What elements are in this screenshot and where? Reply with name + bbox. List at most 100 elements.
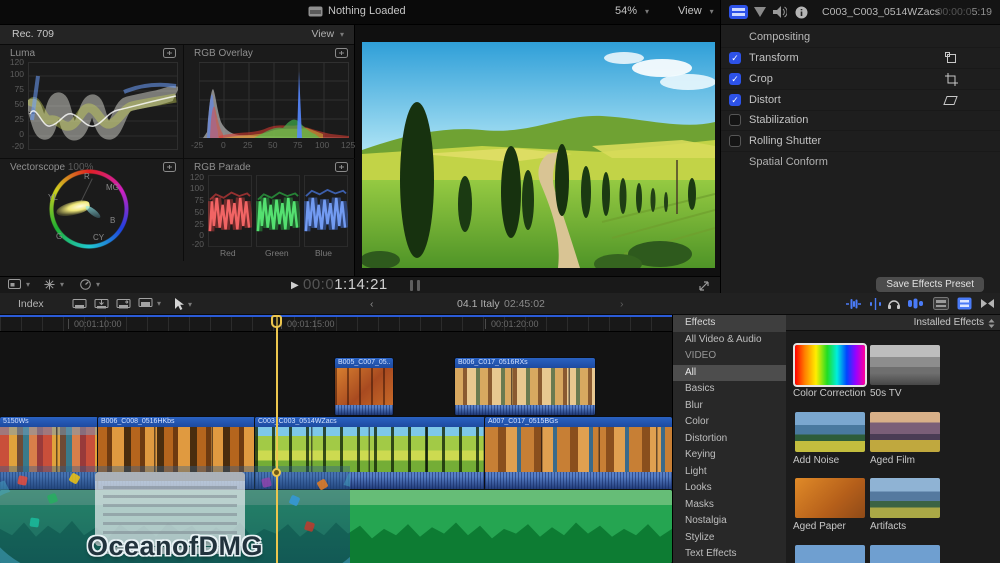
playhead[interactable]: [276, 315, 278, 563]
playhead-dot: [272, 468, 281, 477]
effects-browser-toggle-icon[interactable]: [957, 297, 972, 310]
stabilization-checkbox[interactable]: [729, 114, 741, 126]
category-text-effects[interactable]: Text Effects: [673, 546, 786, 563]
skimming-icon[interactable]: [869, 298, 882, 310]
category-effects[interactable]: Effects: [673, 315, 786, 332]
transitions-browser-icon[interactable]: [980, 298, 995, 309]
category-all-video-audio[interactable]: All Video & Audio: [673, 332, 786, 349]
rgb-overlay-title: RGB Overlay: [194, 48, 253, 59]
audio-inspector-tab-icon[interactable]: [773, 6, 787, 18]
crop-icon[interactable]: [945, 73, 958, 86]
display-icon[interactable]: [163, 48, 176, 58]
compositing-section-row[interactable]: Compositing: [721, 27, 1000, 48]
clip-name: A007_C017_0515BGs: [485, 417, 672, 427]
effect-name: Add Noise: [793, 455, 840, 466]
clip-appearance-icon[interactable]: [933, 297, 949, 310]
play-button[interactable]: ▶: [291, 280, 299, 291]
viewer-view-menu[interactable]: View ▾: [678, 5, 714, 17]
scopes-view-menu[interactable]: View ▾: [311, 28, 344, 40]
insert-clip-icon[interactable]: [94, 298, 110, 310]
audio-skimming-icon[interactable]: [887, 297, 901, 310]
effect-add-noise[interactable]: [795, 412, 865, 452]
connect-clip-icon[interactable]: [72, 298, 88, 310]
category-video-section[interactable]: VIDEO: [673, 348, 786, 365]
distort-checkbox[interactable]: ✓: [729, 94, 741, 106]
oceanofdmg-watermark: OceanofDMG: [0, 466, 350, 563]
category-all[interactable]: All: [673, 364, 786, 382]
distort-effect-row[interactable]: ✓ Distort: [721, 90, 1000, 111]
rgb-parade-scope: RGB Parade 120 100 75 50 25 0 -20 Red Gr…: [184, 159, 355, 261]
info-inspector-tab-icon[interactable]: [795, 6, 808, 19]
vs-target-mg: MG: [106, 183, 119, 192]
category-basics[interactable]: Basics: [673, 381, 786, 398]
primary-clip[interactable]: A007_C017_0515BGs: [485, 417, 672, 490]
viewer-zoom-menu[interactable]: 54% ▾: [615, 5, 649, 17]
transform-icon[interactable]: [945, 52, 958, 65]
effect-aged-film[interactable]: [870, 412, 940, 452]
project-title[interactable]: 04.1 Italy: [457, 298, 500, 310]
append-clip-icon[interactable]: [116, 298, 132, 310]
scope-brightness-menu[interactable]: ▾: [80, 279, 100, 290]
distort-icon[interactable]: [943, 94, 958, 107]
stabilization-effect-row[interactable]: Stabilization: [721, 110, 1000, 131]
connected-clip[interactable]: B006_C017_0516RXs: [455, 358, 595, 415]
effect-aged-paper[interactable]: [795, 478, 865, 518]
effect-color-correction[interactable]: [793, 343, 867, 387]
inspector-clip-duration: 00:00:05:19: [936, 6, 992, 18]
crop-checkbox[interactable]: ✓: [729, 73, 741, 85]
rolling-shutter-effect-row[interactable]: Rolling Shutter: [721, 131, 1000, 152]
luma-tick: 50: [14, 99, 24, 109]
category-color[interactable]: Color: [673, 414, 786, 431]
stepper-icon[interactable]: [988, 319, 995, 328]
ruler-tick-label: 00:01:10:00: [68, 319, 122, 329]
connected-clip[interactable]: B005_C007_05..: [335, 358, 393, 415]
video-inspector-tab-icon[interactable]: [729, 5, 748, 19]
installed-effects-menu[interactable]: Installed Effects: [914, 317, 984, 328]
effect-50s-tv[interactable]: [870, 345, 940, 385]
playhead-handle[interactable]: [271, 315, 282, 328]
category-masks[interactable]: Masks: [673, 497, 786, 514]
next-project-button[interactable]: ›: [620, 298, 624, 310]
audio-meter-bar[interactable]: [410, 280, 413, 291]
effect-artifacts[interactable]: [870, 478, 940, 518]
category-looks[interactable]: Looks: [673, 480, 786, 497]
luma-tick: -20: [11, 141, 24, 151]
inspector-header: C003_C003_0514WZacs 00:00:05:19: [721, 0, 1000, 25]
category-blur[interactable]: Blur: [673, 398, 786, 415]
rolling-shutter-checkbox[interactable]: [729, 135, 741, 147]
category-stylize[interactable]: Stylize: [673, 530, 786, 547]
scope-display-menu[interactable]: ▾: [8, 279, 30, 289]
fullscreen-icon[interactable]: [698, 280, 710, 292]
index-button[interactable]: Index: [18, 298, 44, 310]
solo-icon[interactable]: [907, 298, 924, 309]
overwrite-clip-menu[interactable]: ▾: [138, 297, 161, 309]
effect-tile-partial[interactable]: [870, 545, 940, 563]
luma-tick: 0: [19, 129, 24, 139]
video-preview[interactable]: [362, 42, 715, 268]
display-icon[interactable]: [335, 162, 348, 172]
timeline-ruler[interactable]: 00:01:10:00 00:01:15:00 00:01:20:00: [0, 315, 672, 332]
save-effects-preset-button[interactable]: Save Effects Preset: [876, 277, 984, 292]
parade-tick: 25: [194, 219, 204, 229]
transform-effect-row[interactable]: ✓ Transform: [721, 48, 1000, 69]
effect-tile-partial[interactable]: [795, 545, 865, 563]
category-distortion[interactable]: Distortion: [673, 431, 786, 448]
trim-audio-icon[interactable]: [845, 298, 862, 310]
clip-name: B006_C017_0516RXs: [455, 358, 595, 368]
spatial-conform-section-row[interactable]: Spatial Conform: [721, 152, 1000, 173]
audio-meter-bar[interactable]: [417, 280, 420, 291]
category-light[interactable]: Light: [673, 464, 786, 481]
tool-menu[interactable]: ▾: [172, 297, 192, 311]
transform-checkbox[interactable]: ✓: [729, 52, 741, 64]
prev-project-button[interactable]: ‹: [370, 298, 374, 310]
display-icon[interactable]: [163, 162, 176, 172]
scope-options-menu[interactable]: ▾: [44, 279, 64, 290]
category-keying[interactable]: Keying: [673, 447, 786, 464]
crop-effect-row[interactable]: ✓ Crop: [721, 69, 1000, 90]
color-inspector-tab-icon[interactable]: [754, 7, 766, 17]
vs-target-r: R: [84, 172, 90, 181]
category-nostalgia[interactable]: Nostalgia: [673, 513, 786, 530]
display-icon[interactable]: [335, 48, 348, 58]
vs-target-cy: CY: [93, 233, 105, 242]
parade-red-label: Red: [220, 248, 236, 258]
